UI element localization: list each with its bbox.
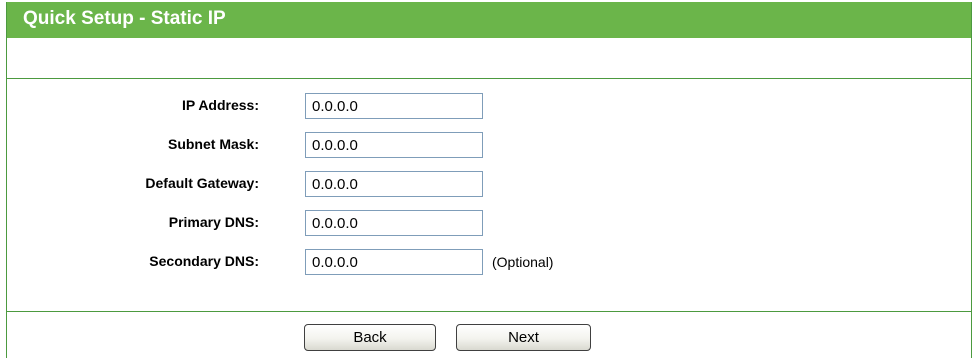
page-title: Quick Setup - Static IP — [23, 8, 226, 29]
subnet-mask-input[interactable] — [305, 132, 483, 158]
panel-header: Quick Setup - Static IP — [7, 2, 971, 38]
secondary-dns-input[interactable] — [305, 249, 483, 275]
next-button[interactable]: Next — [456, 324, 591, 351]
ip-address-label: IP Address: — [181, 97, 259, 113]
ip-address-input[interactable] — [305, 93, 483, 119]
primary-dns-label: Primary DNS: — [168, 214, 259, 230]
back-button[interactable]: Back — [304, 324, 436, 351]
default-gateway-input[interactable] — [305, 171, 483, 197]
quick-setup-panel: Quick Setup - Static IP IP Address: Subn… — [6, 2, 972, 358]
secondary-dns-label: Secondary DNS: — [149, 253, 259, 269]
bottom-divider — [7, 311, 971, 312]
primary-dns-input[interactable] — [305, 210, 483, 236]
default-gateway-label: Default Gateway: — [145, 175, 259, 191]
optional-note: (Optional) — [492, 254, 554, 270]
top-divider — [7, 78, 971, 79]
subnet-mask-label: Subnet Mask: — [167, 136, 259, 152]
